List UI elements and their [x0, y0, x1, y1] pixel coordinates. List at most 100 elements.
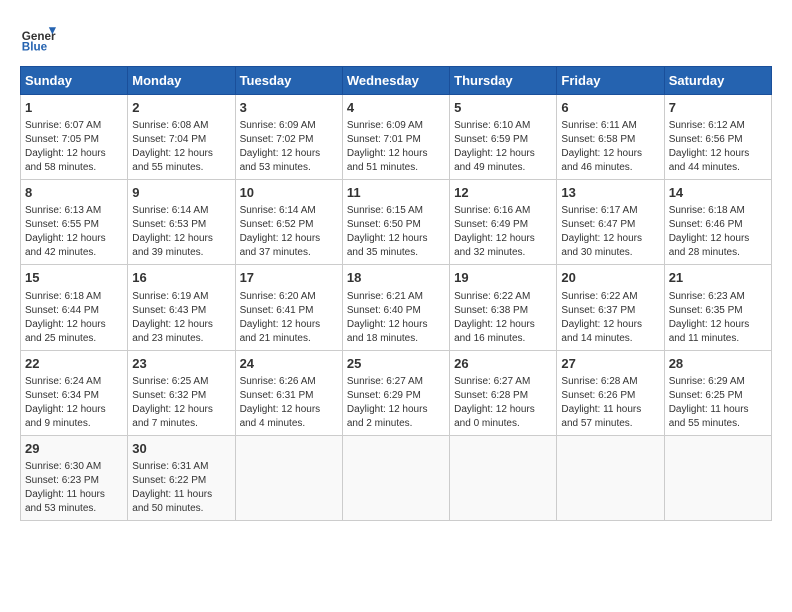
- day-info: and 49 minutes.: [454, 161, 552, 175]
- day-info: and 32 minutes.: [454, 246, 552, 260]
- day-number: 19: [454, 269, 552, 287]
- day-number: 1: [25, 99, 123, 117]
- day-number: 25: [347, 355, 445, 373]
- day-info: Sunset: 6:43 PM: [132, 304, 230, 318]
- header-day-friday: Friday: [557, 67, 664, 95]
- day-number: 12: [454, 184, 552, 202]
- day-info: Sunrise: 6:16 AM: [454, 204, 552, 218]
- day-info: Sunrise: 6:14 AM: [132, 204, 230, 218]
- day-info: Daylight: 12 hours: [132, 403, 230, 417]
- day-info: Sunrise: 6:27 AM: [347, 375, 445, 389]
- day-info: Sunset: 6:47 PM: [561, 218, 659, 232]
- day-number: 21: [669, 269, 767, 287]
- calendar-cell: [235, 435, 342, 520]
- calendar-cell: 3Sunrise: 6:09 AMSunset: 7:02 PMDaylight…: [235, 95, 342, 180]
- calendar-cell: 30Sunrise: 6:31 AMSunset: 6:22 PMDayligh…: [128, 435, 235, 520]
- calendar-cell: 13Sunrise: 6:17 AMSunset: 6:47 PMDayligh…: [557, 180, 664, 265]
- calendar-cell: 14Sunrise: 6:18 AMSunset: 6:46 PMDayligh…: [664, 180, 771, 265]
- day-info: Daylight: 12 hours: [454, 232, 552, 246]
- calendar-cell: 5Sunrise: 6:10 AMSunset: 6:59 PMDaylight…: [450, 95, 557, 180]
- day-info: Sunset: 6:52 PM: [240, 218, 338, 232]
- calendar-table: SundayMondayTuesdayWednesdayThursdayFrid…: [20, 66, 772, 521]
- day-info: Sunset: 6:55 PM: [25, 218, 123, 232]
- day-info: Sunrise: 6:29 AM: [669, 375, 767, 389]
- calendar-cell: 10Sunrise: 6:14 AMSunset: 6:52 PMDayligh…: [235, 180, 342, 265]
- day-info: Sunrise: 6:21 AM: [347, 290, 445, 304]
- day-info: and 0 minutes.: [454, 417, 552, 431]
- logo-icon: General Blue: [20, 20, 56, 56]
- calendar-cell: [664, 435, 771, 520]
- calendar-cell: [557, 435, 664, 520]
- day-info: and 35 minutes.: [347, 246, 445, 260]
- day-number: 24: [240, 355, 338, 373]
- day-info: Sunrise: 6:09 AM: [240, 119, 338, 133]
- day-info: Daylight: 11 hours: [25, 488, 123, 502]
- calendar-cell: 9Sunrise: 6:14 AMSunset: 6:53 PMDaylight…: [128, 180, 235, 265]
- day-info: and 30 minutes.: [561, 246, 659, 260]
- day-info: Daylight: 12 hours: [454, 318, 552, 332]
- header-day-thursday: Thursday: [450, 67, 557, 95]
- day-info: and 28 minutes.: [669, 246, 767, 260]
- calendar-cell: 1Sunrise: 6:07 AMSunset: 7:05 PMDaylight…: [21, 95, 128, 180]
- day-info: Sunset: 6:38 PM: [454, 304, 552, 318]
- header-day-tuesday: Tuesday: [235, 67, 342, 95]
- calendar-cell: 25Sunrise: 6:27 AMSunset: 6:29 PMDayligh…: [342, 350, 449, 435]
- header-day-saturday: Saturday: [664, 67, 771, 95]
- day-info: and 53 minutes.: [25, 502, 123, 516]
- day-info: Sunrise: 6:26 AM: [240, 375, 338, 389]
- day-info: Daylight: 12 hours: [240, 318, 338, 332]
- day-info: and 37 minutes.: [240, 246, 338, 260]
- calendar-cell: [342, 435, 449, 520]
- day-info: and 14 minutes.: [561, 332, 659, 346]
- day-info: Daylight: 11 hours: [561, 403, 659, 417]
- day-info: Sunrise: 6:11 AM: [561, 119, 659, 133]
- day-info: Sunset: 6:28 PM: [454, 389, 552, 403]
- day-info: Daylight: 12 hours: [132, 318, 230, 332]
- day-info: Sunset: 6:40 PM: [347, 304, 445, 318]
- calendar-cell: 22Sunrise: 6:24 AMSunset: 6:34 PMDayligh…: [21, 350, 128, 435]
- day-info: Daylight: 12 hours: [561, 318, 659, 332]
- day-info: Sunrise: 6:30 AM: [25, 460, 123, 474]
- day-info: Sunrise: 6:07 AM: [25, 119, 123, 133]
- day-info: Sunset: 6:25 PM: [669, 389, 767, 403]
- day-number: 8: [25, 184, 123, 202]
- day-info: Daylight: 12 hours: [240, 147, 338, 161]
- calendar-cell: 2Sunrise: 6:08 AMSunset: 7:04 PMDaylight…: [128, 95, 235, 180]
- day-info: Daylight: 12 hours: [25, 318, 123, 332]
- day-info: Sunrise: 6:15 AM: [347, 204, 445, 218]
- day-info: and 57 minutes.: [561, 417, 659, 431]
- day-number: 14: [669, 184, 767, 202]
- day-info: Sunset: 6:35 PM: [669, 304, 767, 318]
- day-info: Daylight: 12 hours: [347, 232, 445, 246]
- day-info: Daylight: 12 hours: [561, 232, 659, 246]
- day-info: Sunset: 6:49 PM: [454, 218, 552, 232]
- day-number: 10: [240, 184, 338, 202]
- day-info: Sunset: 6:31 PM: [240, 389, 338, 403]
- day-info: and 23 minutes.: [132, 332, 230, 346]
- day-info: and 9 minutes.: [25, 417, 123, 431]
- calendar-cell: 29Sunrise: 6:30 AMSunset: 6:23 PMDayligh…: [21, 435, 128, 520]
- calendar-cell: 7Sunrise: 6:12 AMSunset: 6:56 PMDaylight…: [664, 95, 771, 180]
- day-info: Sunset: 6:44 PM: [25, 304, 123, 318]
- day-info: and 2 minutes.: [347, 417, 445, 431]
- day-info: Sunset: 6:56 PM: [669, 133, 767, 147]
- day-info: and 55 minutes.: [669, 417, 767, 431]
- day-number: 7: [669, 99, 767, 117]
- day-info: and 50 minutes.: [132, 502, 230, 516]
- calendar-cell: 27Sunrise: 6:28 AMSunset: 6:26 PMDayligh…: [557, 350, 664, 435]
- logo: General Blue: [20, 20, 56, 56]
- day-number: 22: [25, 355, 123, 373]
- day-info: Daylight: 11 hours: [132, 488, 230, 502]
- day-number: 16: [132, 269, 230, 287]
- day-number: 30: [132, 440, 230, 458]
- week-row-2: 8Sunrise: 6:13 AMSunset: 6:55 PMDaylight…: [21, 180, 772, 265]
- week-row-5: 29Sunrise: 6:30 AMSunset: 6:23 PMDayligh…: [21, 435, 772, 520]
- day-info: Sunset: 6:50 PM: [347, 218, 445, 232]
- calendar-cell: 12 Sunrise: 6:16 AMSunset: 6:49 PMDayligh…: [450, 180, 557, 265]
- day-info: Daylight: 12 hours: [454, 403, 552, 417]
- day-info: Sunset: 6:34 PM: [25, 389, 123, 403]
- day-info: Sunrise: 6:28 AM: [561, 375, 659, 389]
- day-info: Daylight: 12 hours: [347, 403, 445, 417]
- day-info: Daylight: 12 hours: [240, 232, 338, 246]
- day-info: and 16 minutes.: [454, 332, 552, 346]
